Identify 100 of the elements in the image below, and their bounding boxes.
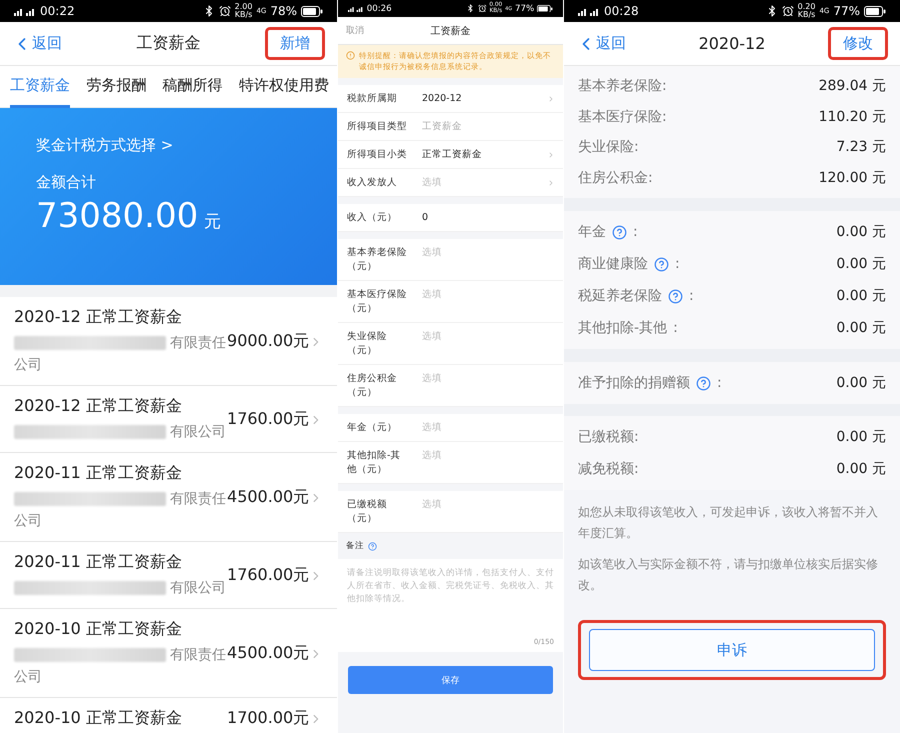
warning-icon (346, 51, 355, 60)
field-label: 所得项目类型 (347, 120, 408, 134)
clock: 00:26 (366, 4, 392, 14)
record-title: 2020-12 正常工资薪金 (14, 307, 183, 328)
item-label: 准予扣除的捐赠额 (578, 374, 690, 392)
item-value: 0.00 元 (836, 319, 886, 337)
help-icon[interactable] (696, 376, 711, 390)
field-label: 已缴税额（元） (347, 498, 388, 526)
input-field[interactable]: 选填 (408, 372, 555, 386)
label-colon: : (717, 375, 722, 391)
record-amount: 1700.00元 (227, 708, 310, 729)
battery-level: 77% (833, 4, 860, 18)
field-label: 收入发放人 (347, 176, 398, 190)
total-amount: 73080.00 (36, 196, 198, 236)
record-title: 2020-12 正常工资薪金 (14, 396, 183, 417)
payer-name: 有限公司 (14, 577, 228, 599)
item-label: 税延养老保险 (578, 287, 662, 305)
bluetooth-icon (466, 4, 475, 13)
clock: 00:22 (40, 4, 75, 18)
item-label: 年金 (578, 223, 606, 241)
help-icon[interactable] (654, 256, 669, 272)
record-amount: 4500.00元 (227, 643, 310, 664)
item-label: 基本医疗保险: (578, 108, 667, 126)
speed-unit: KB/s (798, 11, 816, 19)
input-field[interactable]: 选填 (408, 421, 555, 435)
info-note: 如该笔收入与实际金额不符，请与扣缴单位核实后据实修改。 (578, 556, 879, 594)
record-title: 2020-11 正常工资薪金 (14, 463, 183, 484)
category-tab[interactable]: 劳务报酬 (86, 66, 146, 108)
signal-icon (578, 6, 600, 16)
help-icon[interactable] (612, 224, 627, 240)
record-amount: 1760.00元 (227, 409, 310, 430)
field-label: 所得项目小类 (347, 148, 408, 162)
network-speed: 0.20 (798, 3, 816, 11)
payer-name: 有限责任公司 (14, 646, 227, 687)
record-title: 2020-11 正常工资薪金 (14, 552, 183, 573)
record-title: 2020-10 正常工资薪金 (14, 619, 183, 640)
field-label: 基本养老保险（元） (347, 246, 408, 274)
back-link[interactable]: 返回 (576, 34, 626, 54)
item-value: 0.00 元 (836, 287, 886, 305)
alarm-icon (782, 5, 794, 17)
item-value: 289.04 元 (818, 77, 886, 96)
alarm-icon (218, 5, 231, 17)
item-value: 0.00 元 (836, 374, 886, 392)
input-field[interactable]: 选填 (408, 498, 555, 512)
input-field[interactable]: 选填 (408, 288, 555, 302)
alarm-icon (478, 4, 486, 13)
item-label: 商业健康险 (578, 255, 648, 273)
field-value[interactable]: 正常工资薪金 (408, 148, 547, 162)
category-tab[interactable]: 特许权使用费 (238, 66, 329, 108)
add-button[interactable]: 新增 (265, 27, 325, 60)
info-note: 如您从未取得该笔收入，可发起申诉，该收入将暂不并入年度汇算。 (578, 504, 879, 542)
field-value: 工资薪金 (421, 120, 463, 134)
field-value[interactable]: 2020-12 (408, 92, 547, 106)
signal-icon (14, 6, 36, 16)
back-link[interactable]: 返回 (12, 34, 62, 54)
label-colon: : (689, 288, 694, 304)
remark-label: 备注 (346, 540, 364, 552)
page-title: 工资薪金 (136, 33, 200, 54)
item-label: 已缴税额: (578, 428, 639, 446)
field-label: 其他扣除-其他（元） (347, 449, 402, 477)
label-colon: : (673, 320, 678, 336)
edit-button[interactable]: 修改 (828, 27, 888, 60)
input-field[interactable]: 选填 (408, 176, 547, 190)
input-field[interactable]: 选填 (408, 449, 555, 463)
save-button[interactable]: 保存 (348, 666, 553, 694)
field-label: 住房公积金（元） (347, 372, 398, 400)
record-title: 2020-10 正常工资薪金 (14, 708, 183, 729)
battery-level: 77% (515, 4, 534, 14)
item-label: 住房公积金: (578, 168, 653, 187)
input-field[interactable]: 选填 (408, 330, 555, 344)
clock: 00:28 (604, 4, 639, 18)
item-label: 其他扣除-其他 (578, 319, 668, 337)
signal-icon (348, 4, 364, 12)
item-label: 失业保险: (578, 138, 639, 156)
field-label: 基本医疗保险（元） (347, 288, 408, 316)
appeal-button[interactable]: 申诉 (589, 629, 875, 671)
item-value: 0.00 元 (836, 460, 886, 478)
help-icon[interactable] (368, 542, 377, 550)
battery-icon (537, 4, 553, 12)
label-colon: : (633, 224, 638, 240)
item-label: 基本养老保险: (578, 77, 667, 96)
field-label: 年金（元） (347, 421, 398, 435)
item-value: 0.00 元 (836, 428, 886, 446)
field-label: 失业保险（元） (347, 330, 388, 358)
payer-name: 有限责任公司 (14, 334, 227, 375)
field-value[interactable]: 0 (408, 211, 555, 225)
speed-unit: KB/s (234, 11, 252, 19)
item-label: 减免税额: (578, 460, 639, 478)
record-amount: 9000.00元 (227, 331, 310, 352)
item-value: 0.00 元 (836, 223, 886, 241)
record-amount: 4500.00元 (227, 487, 310, 508)
input-field[interactable]: 选填 (408, 246, 555, 260)
help-icon[interactable] (668, 288, 683, 304)
page-title: 工资薪金 (430, 24, 470, 38)
battery-icon (864, 6, 886, 16)
item-value: 110.20 元 (818, 108, 886, 126)
battery-icon (301, 6, 323, 16)
page-title: 2020-12 (698, 34, 766, 53)
item-value: 0.00 元 (836, 255, 886, 273)
category-tab[interactable]: 稿酬所得 (162, 66, 223, 108)
